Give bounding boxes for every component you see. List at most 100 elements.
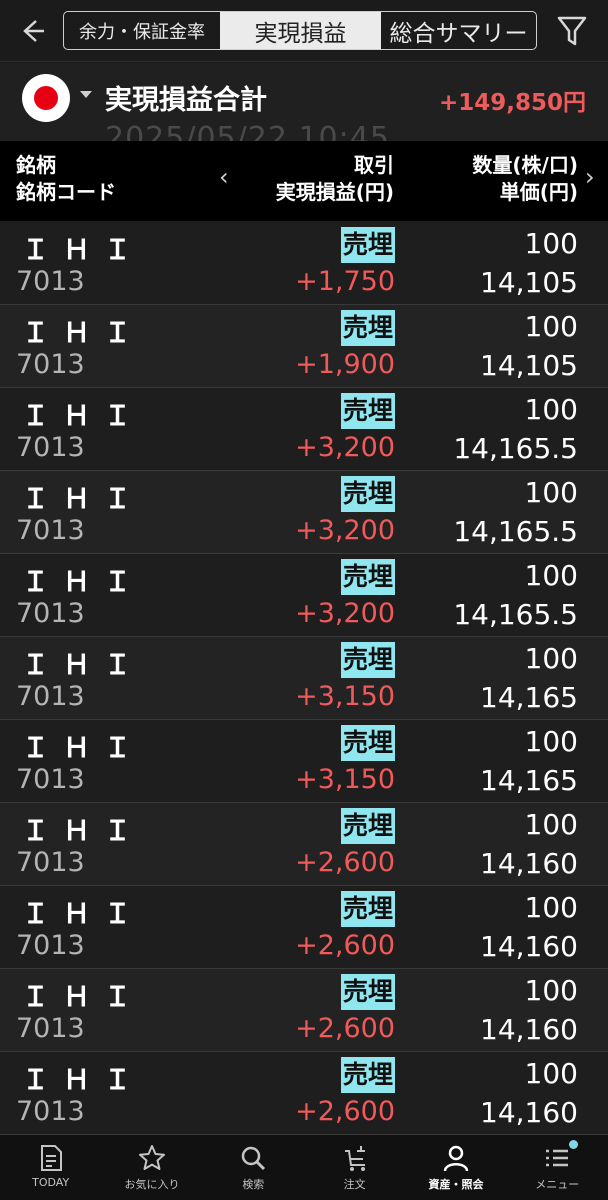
quantity: 100 — [524, 393, 578, 426]
realized-pl: +2,600 — [295, 930, 395, 961]
trade-type-badge: 売埋 — [340, 476, 395, 512]
realized-pl: +1,750 — [295, 266, 395, 297]
nav-favorites[interactable]: お気に入り — [101, 1135, 202, 1200]
stock-code: 7013 — [16, 930, 85, 961]
realized-pl: +3,200 — [295, 515, 395, 546]
unit-price: 14,165 — [480, 764, 578, 797]
quantity: 100 — [524, 891, 578, 924]
quantity: 100 — [524, 725, 578, 758]
pl-summary: 実現損益合計 +149,850円 2025/05/22 10:45 — [0, 63, 608, 141]
unit-price: 14,160 — [480, 847, 578, 880]
realized-pl: +3,200 — [295, 598, 395, 629]
quantity: 100 — [524, 808, 578, 841]
nav-search[interactable]: 検索 — [203, 1135, 304, 1200]
nav-today[interactable]: TODAY — [0, 1135, 101, 1200]
stock-code: 7013 — [16, 598, 85, 629]
chevron-down-icon[interactable] — [80, 91, 92, 98]
nav-assets[interactable]: 資産・照会 — [405, 1135, 506, 1200]
realized-pl: +2,600 — [295, 1096, 395, 1127]
list-item[interactable]: ＩＨＩ 7013 売埋 +2,600 100 14,160 — [0, 1052, 608, 1135]
trade-type-badge: 売埋 — [340, 227, 395, 263]
back-arrow-icon[interactable] — [14, 13, 50, 49]
list-item[interactable]: ＩＨＩ 7013 売埋 +1,900 100 14,105 — [0, 305, 608, 388]
list-item[interactable]: ＩＨＩ 7013 売埋 +2,600 100 14,160 — [0, 969, 608, 1052]
menu-icon — [546, 1149, 569, 1167]
nav-order[interactable]: 注文 — [304, 1135, 405, 1200]
quantity: 100 — [524, 310, 578, 343]
list-item[interactable]: ＩＨＩ 7013 売埋 +2,600 100 14,160 — [0, 803, 608, 886]
notification-dot — [568, 1140, 578, 1149]
trade-type-badge: 売埋 — [340, 725, 395, 761]
list-item[interactable]: ＩＨＩ 7013 売埋 +3,200 100 14,165.5 — [0, 554, 608, 637]
star-icon — [138, 1145, 165, 1170]
stock-code: 7013 — [16, 1013, 85, 1044]
realized-pl: +3,150 — [295, 681, 395, 712]
trade-type-badge: 売埋 — [340, 974, 395, 1010]
search-icon — [242, 1146, 266, 1171]
stock-code: 7013 — [16, 432, 85, 463]
unit-price: 14,165.5 — [453, 598, 578, 631]
quantity: 100 — [524, 642, 578, 675]
stock-name: ＩＨＩ — [22, 816, 145, 847]
quantity: 100 — [524, 1057, 578, 1090]
realized-pl: +3,150 — [295, 764, 395, 795]
stock-name: ＩＨＩ — [22, 401, 145, 432]
tab-summary[interactable]: 総合サマリー — [381, 12, 536, 49]
today-icon — [40, 1145, 62, 1171]
unit-price: 14,160 — [480, 1013, 578, 1046]
bottom-nav: TODAY お気に入り 検索 注文 資産・照会 メニュー — [0, 1135, 608, 1200]
tab-realized-pl[interactable]: 実現損益 — [220, 12, 381, 49]
stock-code: 7013 — [16, 515, 85, 546]
quantity: 100 — [524, 227, 578, 260]
trade-type-badge: 売埋 — [340, 310, 395, 346]
tab-margin-rate[interactable]: 余力・保証金率 — [64, 12, 220, 49]
trade-type-badge: 売埋 — [340, 891, 395, 927]
stock-name: ＩＨＩ — [22, 1065, 145, 1096]
chevron-left-icon[interactable]: ‹ — [219, 163, 229, 191]
list-item[interactable]: ＩＨＩ 7013 売埋 +3,200 100 14,165.5 — [0, 388, 608, 471]
stock-name: ＩＨＩ — [22, 899, 145, 930]
realized-pl: +1,900 — [295, 349, 395, 380]
japan-flag-icon[interactable] — [22, 74, 70, 122]
stock-name: ＩＨＩ — [22, 235, 145, 266]
header-trade-column: 取引 実現損益(円) — [275, 153, 394, 204]
stock-code: 7013 — [16, 847, 85, 878]
unit-price: 14,160 — [480, 1096, 578, 1129]
pl-list: ＩＨＩ 7013 売埋 +1,750 100 14,105 ＩＨＩ 7013 売埋 +1,900 1… — [0, 222, 608, 1135]
list-item[interactable]: ＩＨＩ 7013 売埋 +3,200 100 14,165.5 — [0, 471, 608, 554]
stock-name: ＩＨＩ — [22, 650, 145, 681]
header-qty-column: 数量(株/口) 単価(円) — [472, 153, 578, 204]
top-bar: 余力・保証金率 実現損益 総合サマリー — [0, 0, 608, 62]
stock-code: 7013 — [16, 764, 85, 795]
realized-pl: +2,600 — [295, 847, 395, 878]
unit-price: 14,105 — [480, 349, 578, 382]
trade-type-badge: 売埋 — [340, 1057, 395, 1093]
chevron-right-icon[interactable]: › — [585, 163, 595, 191]
stock-code: 7013 — [16, 266, 85, 297]
quantity: 100 — [524, 974, 578, 1007]
unit-price: 14,165 — [480, 681, 578, 714]
list-item[interactable]: ＩＨＩ 7013 売埋 +1,750 100 14,105 — [0, 222, 608, 305]
stock-name: ＩＨＩ — [22, 318, 145, 349]
list-item[interactable]: ＩＨＩ 7013 売埋 +3,150 100 14,165 — [0, 720, 608, 803]
list-item[interactable]: ＩＨＩ 7013 売埋 +2,600 100 14,160 — [0, 886, 608, 969]
unit-price: 14,160 — [480, 930, 578, 963]
stock-code: 7013 — [16, 681, 85, 712]
unit-price: 14,165.5 — [453, 515, 578, 548]
realized-pl: +2,600 — [295, 1013, 395, 1044]
tab-group: 余力・保証金率 実現損益 総合サマリー — [63, 11, 537, 50]
summary-title: 実現損益合計 — [105, 85, 267, 116]
stock-name: ＩＨＩ — [22, 982, 145, 1013]
stock-code: 7013 — [16, 349, 85, 380]
unit-price: 14,105 — [480, 266, 578, 299]
list-item[interactable]: ＩＨＩ 7013 売埋 +3,150 100 14,165 — [0, 637, 608, 720]
trade-type-badge: 売埋 — [340, 393, 395, 429]
stock-name: ＩＨＩ — [22, 733, 145, 764]
person-icon — [443, 1145, 469, 1172]
header-name-column: 銘柄 銘柄コード — [16, 153, 116, 204]
summary-total: +149,850円 — [438, 90, 586, 116]
trade-type-badge: 売埋 — [340, 559, 395, 595]
nav-menu[interactable]: メニュー — [507, 1135, 608, 1200]
filter-icon[interactable] — [556, 14, 588, 48]
stock-name: ＩＨＩ — [22, 484, 145, 515]
